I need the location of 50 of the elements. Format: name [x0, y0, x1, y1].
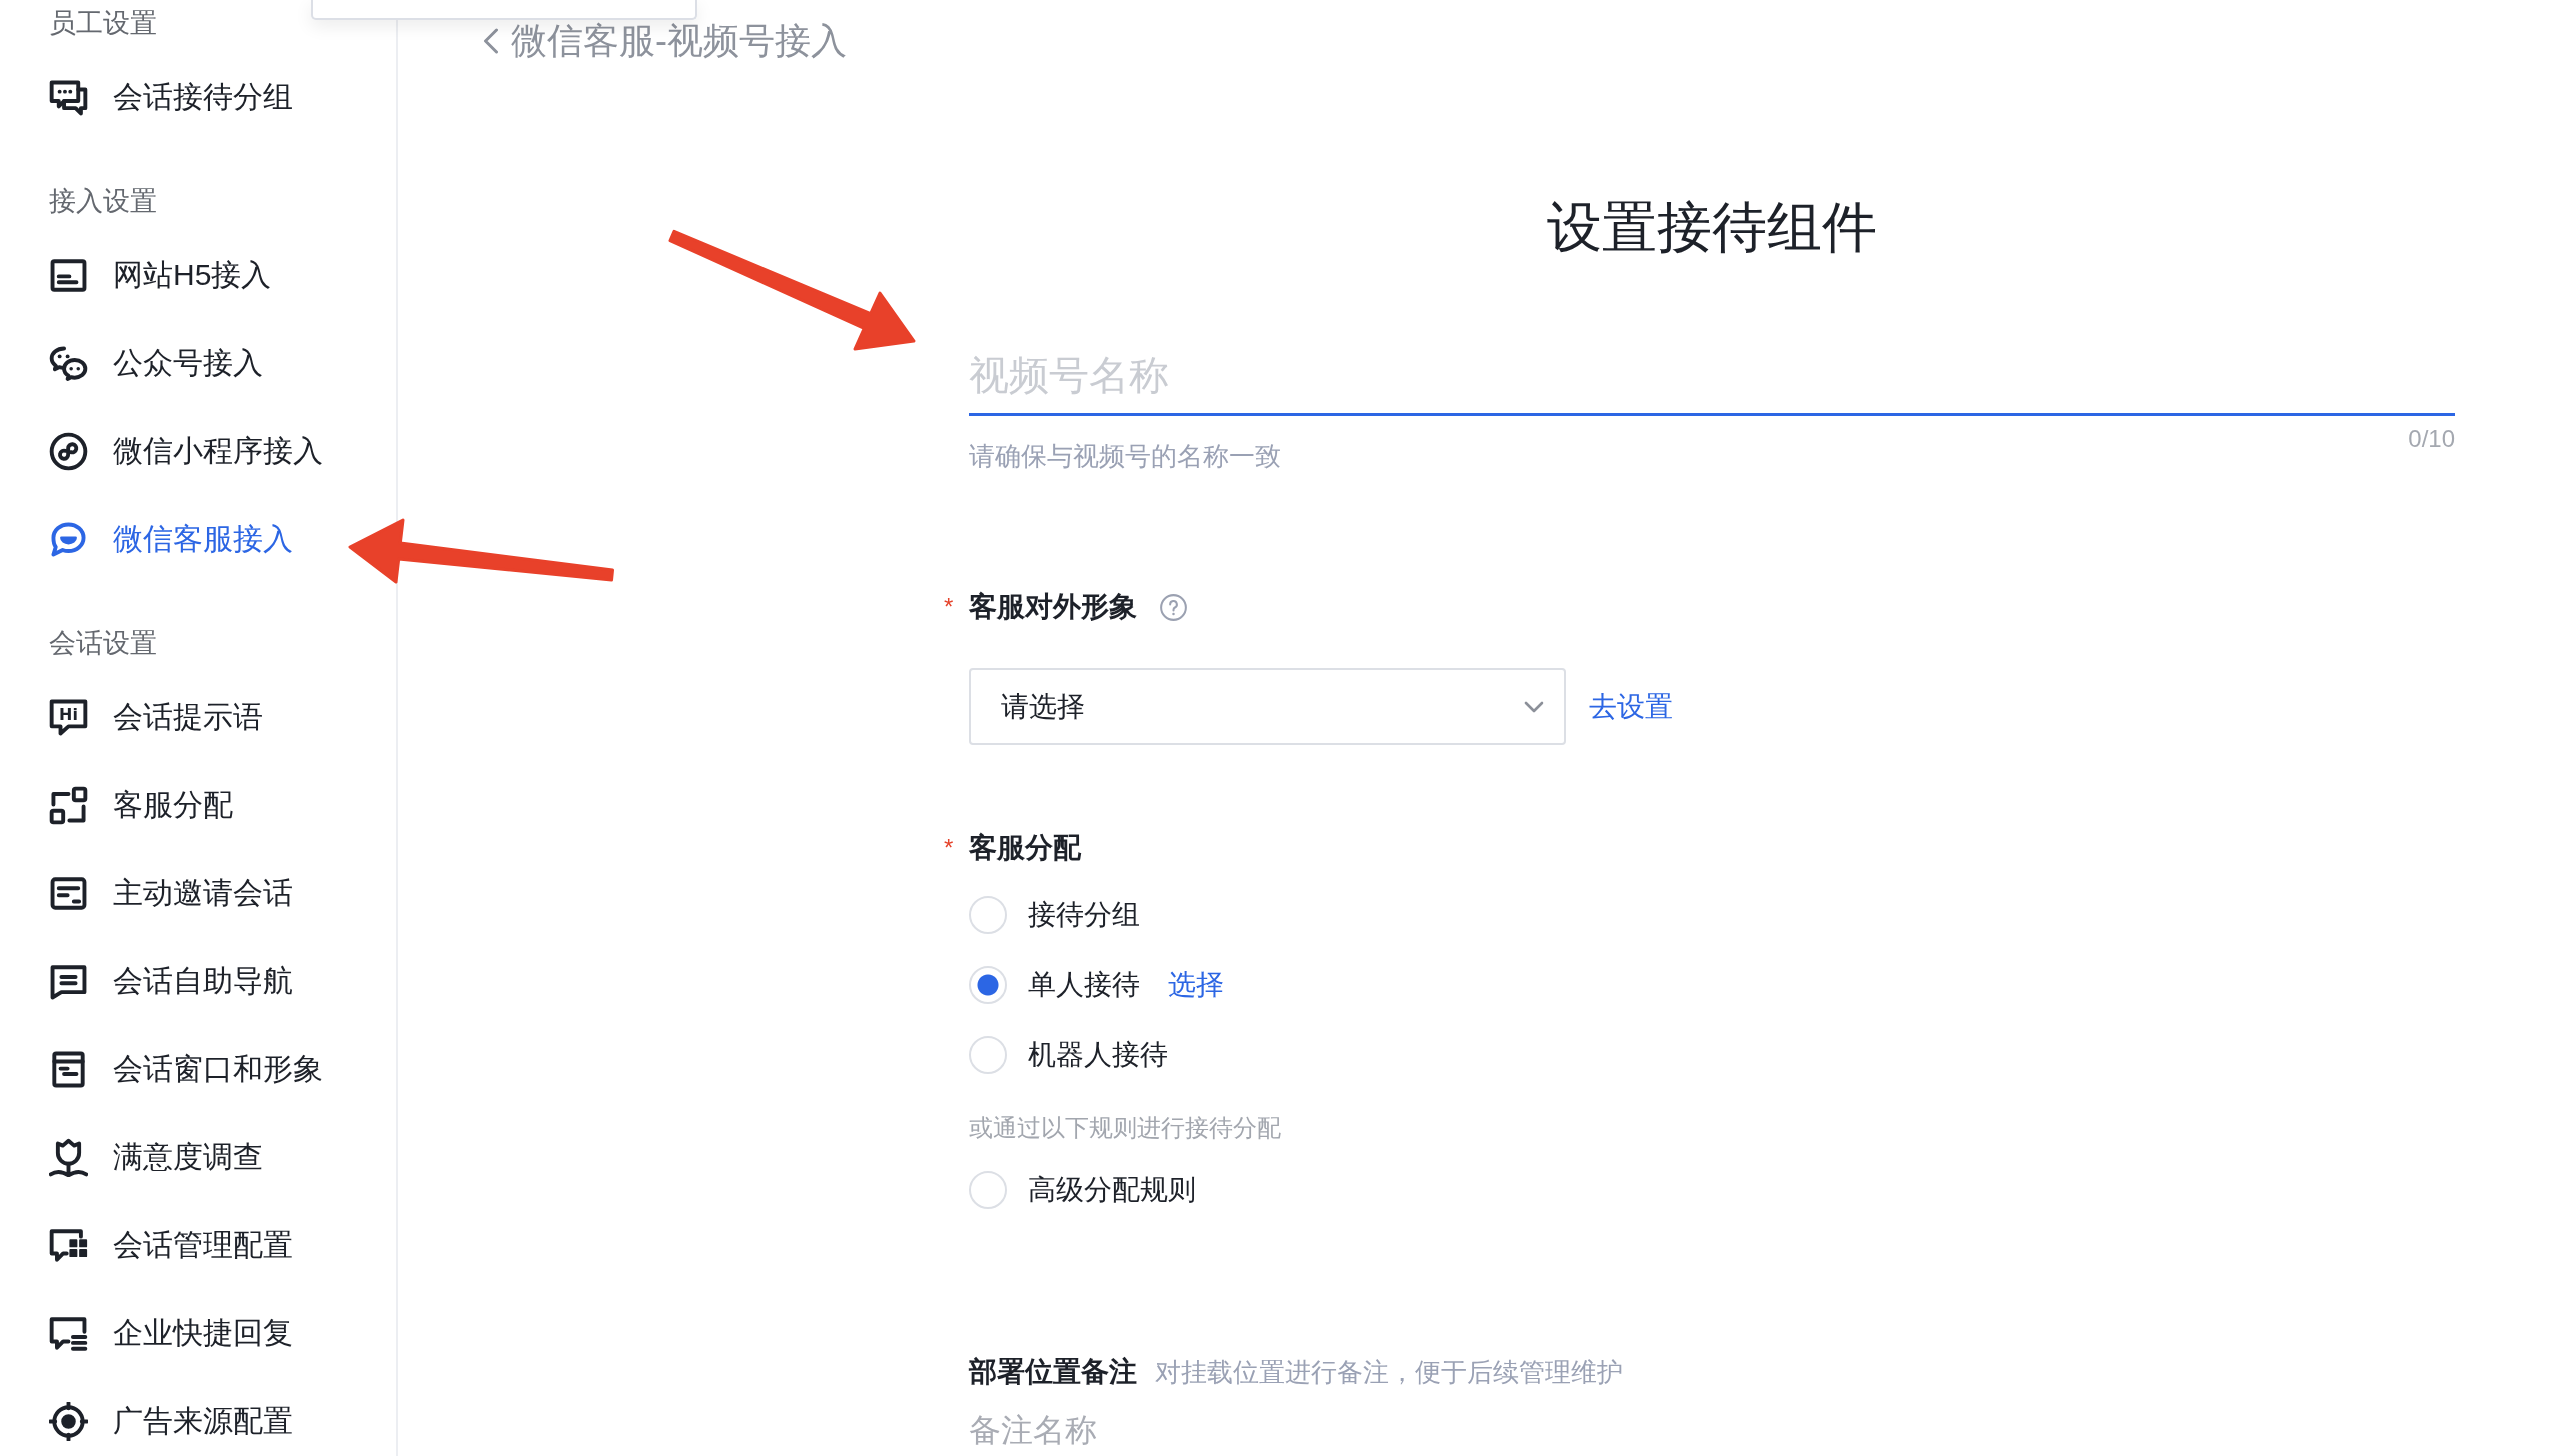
help-icon[interactable]	[1160, 593, 1187, 621]
sidebar-item[interactable]: 会话自助导航	[49, 961, 293, 1001]
sidebar-item[interactable]: 会话窗口和形象	[49, 1049, 323, 1089]
field-hint: 对挂载位置进行备注，便于后续管理维护	[1155, 1356, 1623, 1388]
section-heading: 员工设置	[49, 7, 157, 40]
sidebar-item[interactable]: 网站H5接入	[49, 255, 272, 295]
char-counter: 0/10	[2408, 425, 2455, 453]
field-label: 客服分配	[969, 831, 1081, 865]
sidebar-item[interactable]: 广告来源配置	[49, 1401, 293, 1441]
flower-icon	[49, 1137, 88, 1177]
sidebar-item[interactable]: Hi 会话提示语	[49, 697, 263, 737]
choose-link[interactable]: 选择	[1168, 966, 1224, 1004]
field-label: 客服对外形象	[969, 590, 1137, 624]
option-label: 单人接待	[1028, 968, 1140, 1002]
page-title: 设置接待组件	[1547, 195, 1877, 260]
sidebar-item[interactable]: 会话接待分组	[49, 77, 293, 117]
chevron-down-icon	[1524, 700, 1544, 713]
chat-bubbles-icon	[49, 77, 88, 117]
radio-button[interactable]	[969, 1036, 1007, 1074]
field-hint: 请确保与视频号的名称一致	[969, 440, 1281, 472]
chevron-left-icon	[483, 28, 499, 54]
hi-bubble-icon: Hi	[49, 697, 88, 737]
select-dropdown[interactable]: 请选择	[969, 668, 1566, 745]
sidebar-item[interactable]: 企业快捷回复	[49, 1313, 293, 1353]
sidebar-item[interactable]: 客服分配	[49, 785, 233, 825]
sidebar-item[interactable]: 满意度调查	[49, 1137, 263, 1177]
target-icon	[49, 1401, 88, 1441]
panel-icon	[49, 1049, 88, 1089]
rule-note: 或通过以下规则进行接待分配	[969, 1113, 1281, 1143]
remark-input[interactable]: 备注名称	[969, 1408, 2455, 1452]
sidebar-item[interactable]: 会话管理配置	[49, 1225, 293, 1265]
required-mark: *	[944, 836, 954, 860]
required-mark: *	[944, 595, 954, 619]
flow-icon	[49, 785, 88, 825]
radio-button[interactable]	[969, 966, 1007, 1004]
option-label: 机器人接待	[1028, 1038, 1168, 1072]
radio-button[interactable]	[969, 896, 1007, 934]
chat-bubble-icon	[49, 519, 88, 559]
field-label: 部署位置备注	[969, 1355, 1137, 1389]
option-label: 高级分配规则	[1028, 1173, 1196, 1207]
section-heading: 接入设置	[49, 185, 157, 218]
sidebar-item[interactable]: 主动邀请会话	[49, 873, 293, 913]
sidebar-item[interactable]: 公众号接入	[49, 343, 263, 383]
link-circle-icon	[49, 431, 88, 471]
section-heading: 会话设置	[49, 627, 157, 660]
option-label: 接待分组	[1028, 898, 1140, 932]
radio-button[interactable]	[969, 1171, 1007, 1209]
sidebar-item[interactable]: 微信小程序接入	[49, 431, 323, 471]
sidebar-item[interactable]: 微信客服接入	[49, 519, 293, 559]
settings-link[interactable]: 去设置	[1589, 687, 1673, 726]
